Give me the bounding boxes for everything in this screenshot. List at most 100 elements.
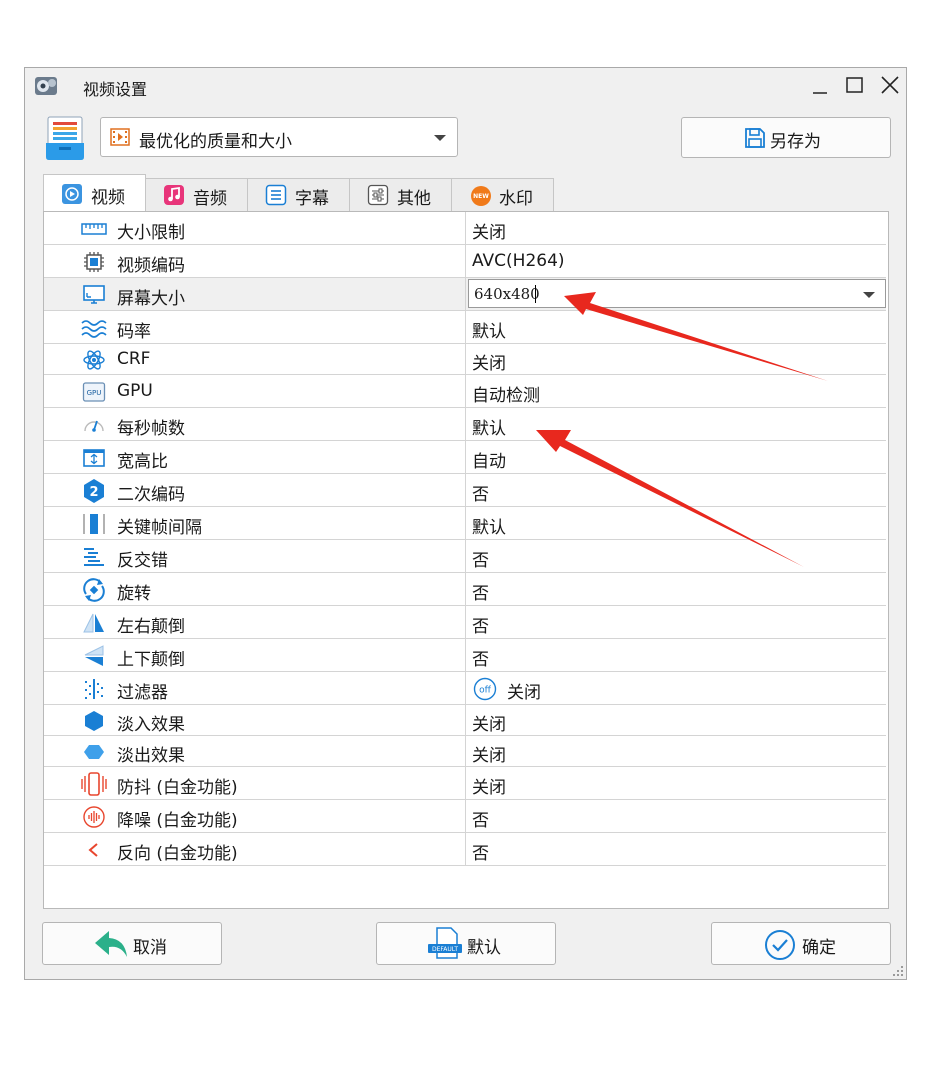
tab-other[interactable]: 其他 <box>349 178 452 212</box>
check-circle-icon <box>765 930 795 960</box>
setting-value[interactable]: 否 <box>472 612 489 637</box>
setting-value[interactable]: 关闭 <box>472 773 506 798</box>
save-as-button[interactable]: 另存为 <box>681 117 891 158</box>
setting-name-cell: 视频编码 <box>44 245 466 277</box>
setting-name-cell: 反交错 <box>44 540 466 572</box>
setting-row-12[interactable]: 旋转 否 <box>44 573 886 606</box>
tab-audio[interactable]: 音频 <box>145 178 248 212</box>
setting-name-cell: 码率 <box>44 311 466 343</box>
setting-value[interactable]: 否 <box>472 839 489 864</box>
setting-row-8[interactable]: 宽高比 自动 <box>44 441 886 474</box>
setting-row-5[interactable]: CRF 关闭 <box>44 344 886 375</box>
window-title: 视频设置 <box>83 80 148 99</box>
setting-row-1[interactable]: 大小限制 关闭 <box>44 212 886 245</box>
setting-name: 防抖 (白金功能) <box>117 777 238 798</box>
setting-row-14[interactable]: 上下颠倒 否 <box>44 639 886 672</box>
setting-name-cell: 关键帧间隔 <box>44 507 466 539</box>
cancel-button[interactable]: 取消 <box>42 922 222 965</box>
setting-name-cell: 上下颠倒 <box>44 639 466 671</box>
flip-vertical-icon <box>81 643 107 669</box>
setting-row-16[interactable]: 淡入效果 关闭 <box>44 705 886 736</box>
app-logo-icon <box>35 77 57 95</box>
setting-name-cell: 宽高比 <box>44 441 466 473</box>
chevron-down-icon <box>434 135 446 141</box>
resize-grip-icon[interactable] <box>889 962 905 978</box>
svg-text:NEW: NEW <box>473 193 489 200</box>
setting-name: 旋转 <box>117 583 151 604</box>
setting-row-3[interactable]: 屏幕大小 640x480 <box>44 278 886 311</box>
setting-row-7[interactable]: 每秒帧数 默认 <box>44 408 886 441</box>
setting-value[interactable]: 自动 <box>472 447 506 472</box>
setting-value[interactable]: 默认 <box>472 414 506 439</box>
ok-button[interactable]: 确定 <box>711 922 891 965</box>
setting-row-13[interactable]: 左右颠倒 否 <box>44 606 886 639</box>
preset-selected-value: 最优化的质量和大小 <box>139 132 292 152</box>
setting-value[interactable]: 否 <box>472 645 489 670</box>
setting-row-15[interactable]: 过滤器 off 关闭 <box>44 672 886 705</box>
setting-name-cell: 过滤器 <box>44 672 466 704</box>
setting-value[interactable]: 默认 <box>472 317 506 342</box>
setting-row-10[interactable]: 关键帧间隔 默认 <box>44 507 886 540</box>
setting-name: 反向 (白金功能) <box>117 843 238 864</box>
two-pass-icon: 2 <box>81 478 107 504</box>
minimize-button[interactable] <box>805 74 835 98</box>
setting-row-19[interactable]: 降噪 (白金功能) 否 <box>44 800 886 833</box>
setting-value[interactable]: 否 <box>472 546 489 571</box>
setting-value[interactable]: 关闭 <box>472 741 506 766</box>
setting-name-cell: 淡出效果 <box>44 736 466 766</box>
setting-value[interactable]: AVC(H264) <box>472 251 565 271</box>
setting-name: 大小限制 <box>117 222 185 243</box>
setting-name-cell: 淡入效果 <box>44 705 466 735</box>
rotate-icon <box>81 577 107 603</box>
setting-row-9[interactable]: 2 二次编码 否 <box>44 474 886 507</box>
setting-name: 关键帧间隔 <box>117 517 202 538</box>
preset-list-icon <box>46 116 84 160</box>
tab-watermark[interactable]: NEW 水印 <box>451 178 554 212</box>
setting-name-cell: 每秒帧数 <box>44 408 466 440</box>
back-arrow-icon <box>95 931 127 957</box>
setting-row-2[interactable]: 视频编码 AVC(H264) <box>44 245 886 278</box>
setting-row-4[interactable]: 码率 默认 <box>44 311 886 344</box>
setting-name-cell: CRF <box>44 344 466 374</box>
title-bar: 视频设置 <box>25 68 906 104</box>
setting-row-18[interactable]: 防抖 (白金功能) 关闭 <box>44 767 886 800</box>
speedometer-icon <box>81 412 107 438</box>
chevron-down-icon <box>863 292 875 298</box>
setting-value[interactable]: 否 <box>472 806 489 831</box>
setting-value[interactable]: 关闭 <box>472 349 506 374</box>
play-circle-icon <box>62 184 82 204</box>
setting-value[interactable]: 否 <box>472 579 489 604</box>
setting-row-17[interactable]: 淡出效果 关闭 <box>44 736 886 767</box>
default-button[interactable]: DEFAULT 默认 <box>376 922 556 965</box>
setting-row-20[interactable]: 反向 (白金功能) 否 <box>44 833 886 866</box>
fade-in-icon <box>81 708 107 734</box>
off-toggle-icon[interactable]: off <box>473 677 497 701</box>
reverse-icon <box>81 837 107 863</box>
save-as-label: 另存为 <box>770 132 821 152</box>
setting-value[interactable]: 自动检测 <box>472 381 540 406</box>
setting-name: GPU <box>117 380 153 401</box>
tab-subtitle[interactable]: 字幕 <box>247 178 350 212</box>
setting-name: 降噪 (白金功能) <box>117 810 238 831</box>
setting-name: 淡入效果 <box>117 714 185 735</box>
setting-name: 码率 <box>117 321 151 342</box>
setting-value[interactable]: 默认 <box>472 513 506 538</box>
setting-row-11[interactable]: 反交错 否 <box>44 540 886 573</box>
setting-name: 淡出效果 <box>117 745 185 766</box>
setting-value[interactable]: 关闭 <box>472 218 506 243</box>
settings-table: 大小限制 关闭 视频编码 AVC(H264) 屏幕大小 640x480 码率 默认 CRF 关闭 G… <box>43 211 889 909</box>
tab-video[interactable]: 视频 <box>43 174 146 212</box>
setting-row-6[interactable]: GPU GPU 自动检测 <box>44 375 886 408</box>
setting-value[interactable]: 关闭 <box>472 710 506 735</box>
setting-name-cell: 反向 (白金功能) <box>44 833 466 865</box>
maximize-button[interactable] <box>840 74 870 98</box>
setting-name: 上下颠倒 <box>117 649 185 670</box>
setting-value[interactable]: 否 <box>472 480 489 505</box>
preset-dropdown[interactable]: 最优化的质量和大小 <box>100 117 458 157</box>
setting-value[interactable]: 关闭 <box>507 678 541 703</box>
setting-name-cell: GPU GPU <box>44 375 466 407</box>
setting-name-cell: 降噪 (白金功能) <box>44 800 466 832</box>
screen-size-dropdown[interactable]: 640x480 <box>468 279 886 308</box>
close-button[interactable] <box>876 74 906 98</box>
flip-horizontal-icon <box>81 610 107 636</box>
